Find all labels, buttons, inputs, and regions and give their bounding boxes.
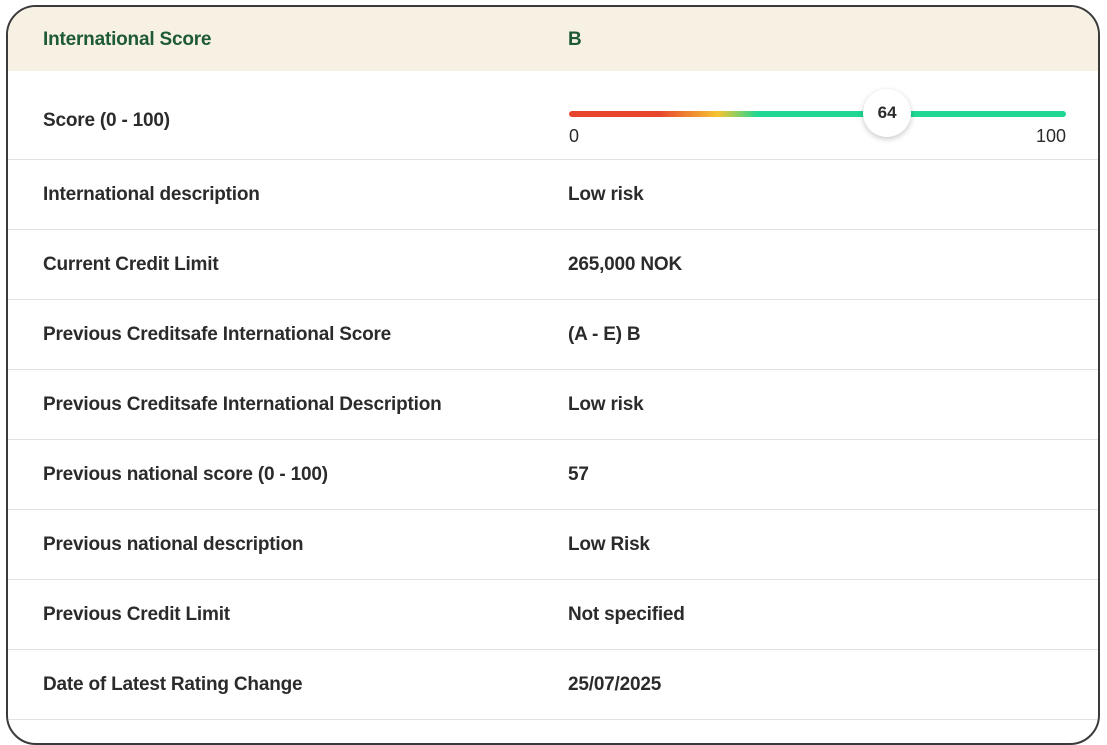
score-gauge-min-label: 0 xyxy=(569,126,580,146)
detail-label: Current Credit Limit xyxy=(43,254,219,275)
header-value: B xyxy=(568,29,582,50)
detail-value: 57 xyxy=(568,464,589,485)
score-gauge: 64 0 100 xyxy=(569,89,1066,151)
detail-label: Previous national description xyxy=(43,534,304,555)
score-gauge-indicator: 64 xyxy=(863,89,912,137)
header-label: International Score xyxy=(43,29,212,50)
detail-row-current-credit-limit: Current Credit Limit 265,000 NOK xyxy=(8,230,1098,300)
detail-row-previous-national-description: Previous national description Low Risk xyxy=(8,510,1098,580)
detail-label: Date of Latest Rating Change xyxy=(43,674,303,695)
detail-value: 265,000 NOK xyxy=(568,254,682,275)
detail-value: Not specified xyxy=(568,604,685,625)
detail-row-previous-credit-limit: Previous Credit Limit Not specified xyxy=(8,580,1098,650)
detail-label: Previous Creditsafe International Descri… xyxy=(43,394,442,415)
detail-label: Previous Creditsafe International Score xyxy=(43,324,392,345)
detail-label: Previous national score (0 - 100) xyxy=(43,464,328,485)
credit-score-card: International Score B Score (0 - 100) 64… xyxy=(6,5,1100,745)
detail-value: Low risk xyxy=(568,184,644,205)
detail-value: (A - E) B xyxy=(568,324,641,345)
score-label: Score (0 - 100) xyxy=(43,110,170,131)
detail-row-previous-national-score: Previous national score (0 - 100) 57 xyxy=(8,440,1098,510)
detail-value: 25/07/2025 xyxy=(568,674,662,695)
score-row: Score (0 - 100) 64 0 100 xyxy=(8,71,1098,160)
score-gauge-track xyxy=(569,111,1066,117)
detail-label: International description xyxy=(43,184,260,205)
detail-label: Previous Credit Limit xyxy=(43,604,230,625)
detail-row-previous-international-description: Previous Creditsafe International Descri… xyxy=(8,370,1098,440)
detail-row-international-description: International description Low risk xyxy=(8,160,1098,230)
score-gauge-max-label: 100 xyxy=(1035,126,1066,146)
detail-row-latest-rating-change: Date of Latest Rating Change 25/07/2025 xyxy=(8,650,1098,720)
detail-value: Low Risk xyxy=(568,534,650,555)
international-score-header: International Score B xyxy=(8,7,1098,71)
detail-row-previous-international-score: Previous Creditsafe International Score … xyxy=(8,300,1098,370)
detail-value: Low risk xyxy=(568,394,644,415)
